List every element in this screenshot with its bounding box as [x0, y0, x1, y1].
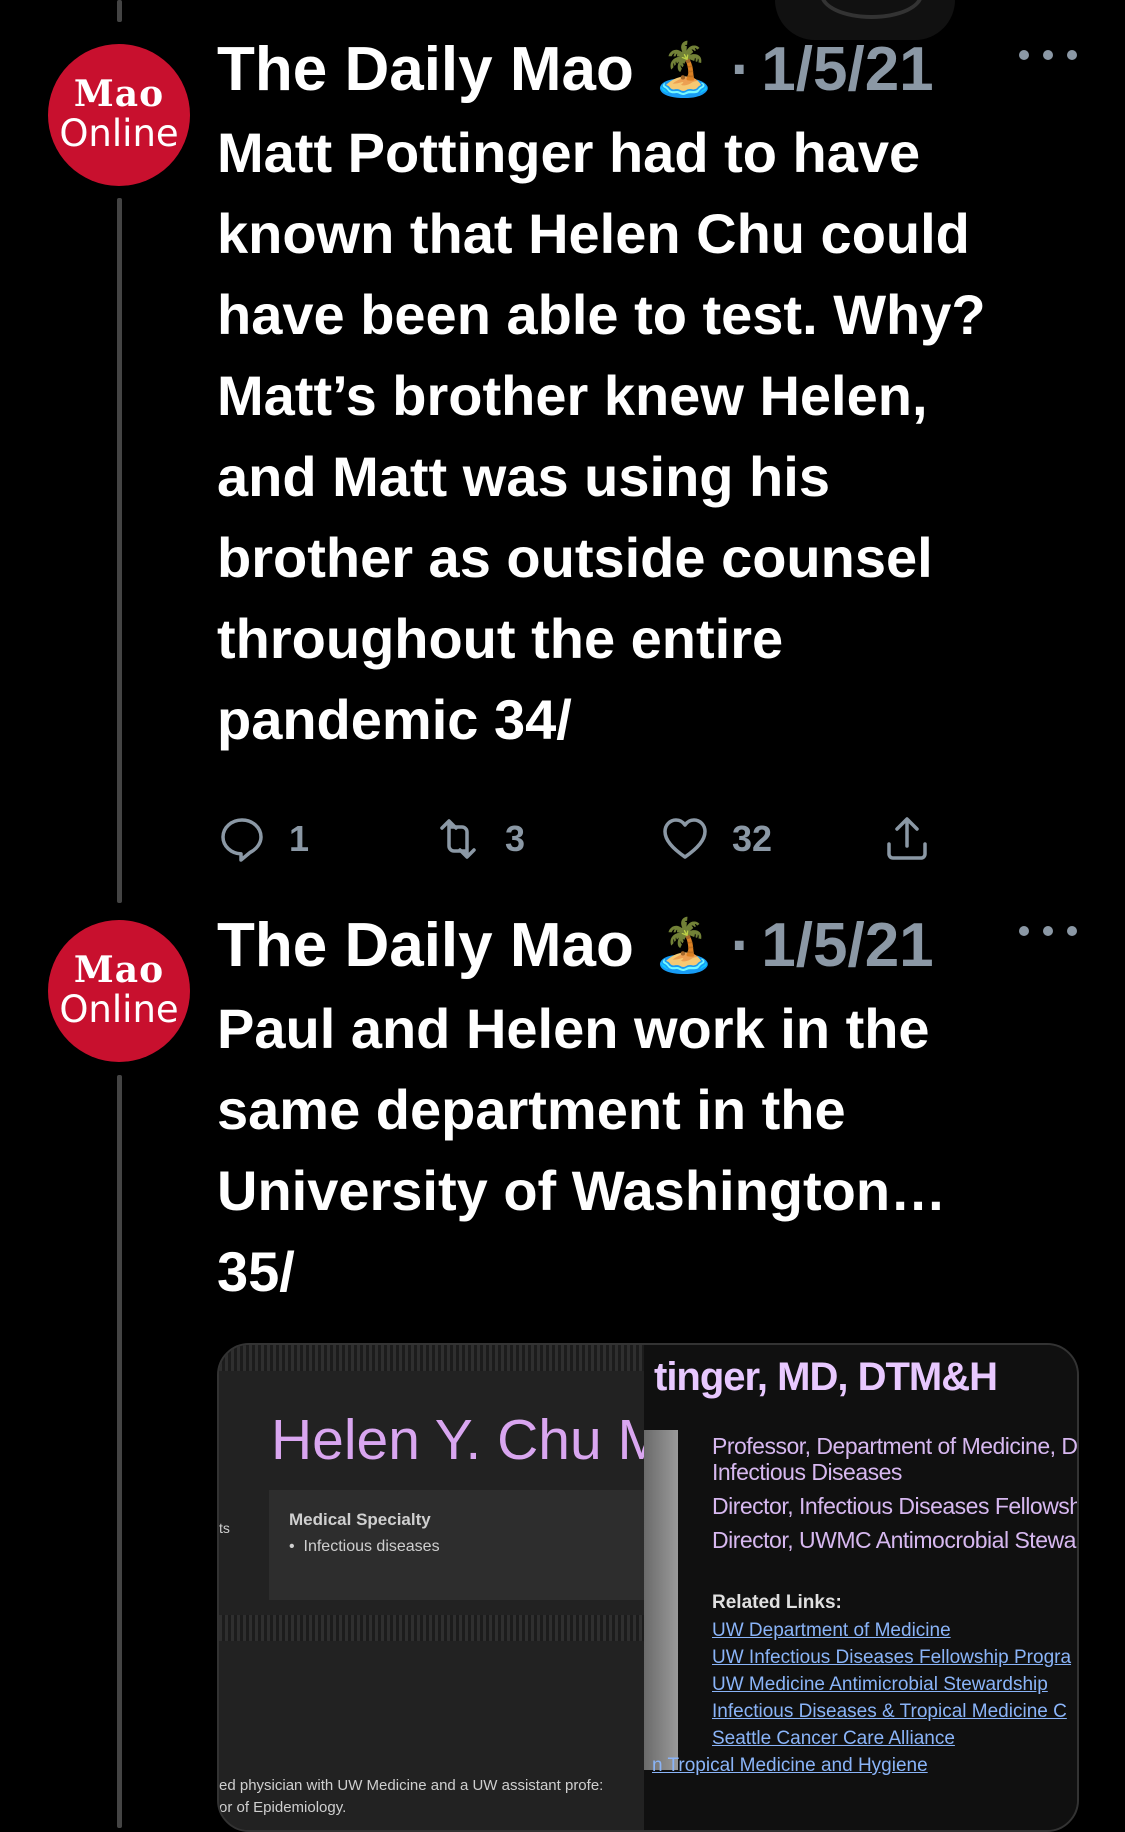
tweet-date[interactable]: 1/5/21	[761, 34, 933, 105]
related-link: n Tropical Medicine and Hygiene	[652, 1755, 928, 1776]
island-emoji-icon: 🏝️	[651, 916, 717, 975]
more-icon[interactable]	[1019, 916, 1077, 946]
bio-text: ed physician with UW Medicine and a UW a…	[219, 1775, 644, 1819]
image-left-pane: Helen Y. Chu M ts Medical Specialty • In…	[219, 1345, 665, 1830]
related-link: UW Department of Medicine	[712, 1620, 951, 1641]
avatar-logo-text: Mao	[73, 73, 165, 115]
tweet-text-line: Paul and Helen work in the	[217, 997, 930, 1060]
share-icon	[887, 817, 927, 860]
tweet-text-line: University of Washington…	[217, 1159, 947, 1222]
position-line: Professor, Department of Medicine, Di	[712, 1433, 1079, 1459]
profile-photo	[644, 1430, 678, 1770]
thread-line-2	[117, 1075, 122, 1828]
related-link: UW Medicine Antimicrobial Stewardship	[712, 1674, 1048, 1695]
avatar-logo-text: Mao	[73, 949, 165, 991]
avatar-logo-subtext: Online	[59, 988, 179, 1031]
position-line: Director, Infectious Diseases Fellowshi	[712, 1493, 1079, 1519]
separator-dot: ·	[730, 34, 752, 104]
tweet-text-line: same department in the	[217, 1078, 846, 1141]
tweet-2[interactable]: The Daily Mao 🏝️ · 1/5/21 Paul and Helen…	[217, 910, 1077, 1312]
tweet-text: Matt Pottinger had to have known that He…	[217, 112, 1077, 760]
thread-line-1	[117, 198, 122, 903]
image-right-pane: tinger, MD, DTM&H Professor, Department …	[644, 1345, 1077, 1830]
bio-line: or of Epidemiology.	[219, 1799, 347, 1816]
position-line: Director, UWMC Antimocrobial Stewar	[712, 1527, 1079, 1553]
avatar-logo-subtext: Online	[59, 112, 179, 155]
reply-icon	[221, 818, 263, 862]
specialty-item: • Infectious diseases	[289, 1538, 440, 1555]
island-emoji-icon: 🏝️	[651, 40, 717, 99]
tweet-text-line: throughout the entire	[217, 607, 784, 670]
text-fragment: ts	[219, 1520, 230, 1536]
like-count: 32	[732, 818, 773, 859]
like-button[interactable]: 32	[660, 814, 772, 864]
tweet-date[interactable]: 1/5/21	[761, 910, 933, 981]
reply-count: 1	[289, 818, 310, 859]
tweet-image-attachment[interactable]: Helen Y. Chu M ts Medical Specialty • In…	[217, 1343, 1079, 1832]
tweet-actions: 1 3 32	[217, 804, 957, 876]
profile-name: Helen Y. Chu M	[271, 1408, 665, 1472]
tweet-text-line: 35/	[217, 1240, 295, 1303]
position-line: Infectious Diseases	[712, 1459, 902, 1485]
tweet-text: Paul and Helen work in the same departme…	[217, 988, 1077, 1312]
retweet-icon	[440, 819, 476, 859]
like-icon	[663, 818, 707, 859]
profile-title: tinger, MD, DTM&H	[654, 1355, 998, 1399]
specialty-title: Medical Specialty	[289, 1510, 431, 1529]
decorative-stripe	[219, 1615, 644, 1641]
related-link: Infectious Diseases & Tropical Medicine …	[712, 1701, 1067, 1722]
tweet-text-line: have been able to test. Why?	[217, 283, 986, 346]
separator-dot: ·	[730, 910, 752, 980]
related-link: Seattle Cancer Care Alliance	[712, 1728, 955, 1749]
tweet-header: The Daily Mao 🏝️ · 1/5/21	[217, 910, 1077, 980]
tweet-text-line: brother as outside counsel	[217, 526, 933, 589]
specialty-item-text: Infectious diseases	[303, 1538, 440, 1555]
retweet-count: 3	[505, 818, 526, 859]
account-name[interactable]: The Daily Mao	[217, 34, 634, 105]
avatar[interactable]: Mao Online	[48, 44, 190, 186]
account-name[interactable]: The Daily Mao	[217, 910, 634, 981]
retweet-button[interactable]: 3	[433, 814, 525, 864]
tweet-text-line: Matt’s brother knew Helen,	[217, 364, 928, 427]
tweet-header: The Daily Mao 🏝️ · 1/5/21	[217, 34, 1077, 104]
tweet-text-line: pandemic 34/	[217, 688, 572, 751]
tweet-text-line: known that Helen Chu could	[217, 202, 970, 265]
decorative-stripe	[219, 1345, 644, 1371]
thread-line-top	[117, 0, 122, 22]
specialty-box: Medical Specialty • Infectious diseases	[269, 1490, 644, 1600]
bio-line: ed physician with UW Medicine and a UW a…	[219, 1777, 604, 1794]
tweet-text-line: Matt Pottinger had to have	[217, 121, 921, 184]
related-link: UW Infectious Diseases Fellowship Progra	[712, 1647, 1072, 1668]
related-links-label: Related Links:	[712, 1592, 842, 1613]
share-button[interactable]	[882, 814, 932, 864]
reply-button[interactable]: 1	[217, 814, 309, 864]
more-icon[interactable]	[1019, 40, 1077, 70]
tweet-1[interactable]: The Daily Mao 🏝️ · 1/5/21 Matt Pottinger…	[217, 34, 1077, 862]
avatar[interactable]: Mao Online	[48, 920, 190, 1062]
tweet-text-line: and Matt was using his	[217, 445, 830, 508]
